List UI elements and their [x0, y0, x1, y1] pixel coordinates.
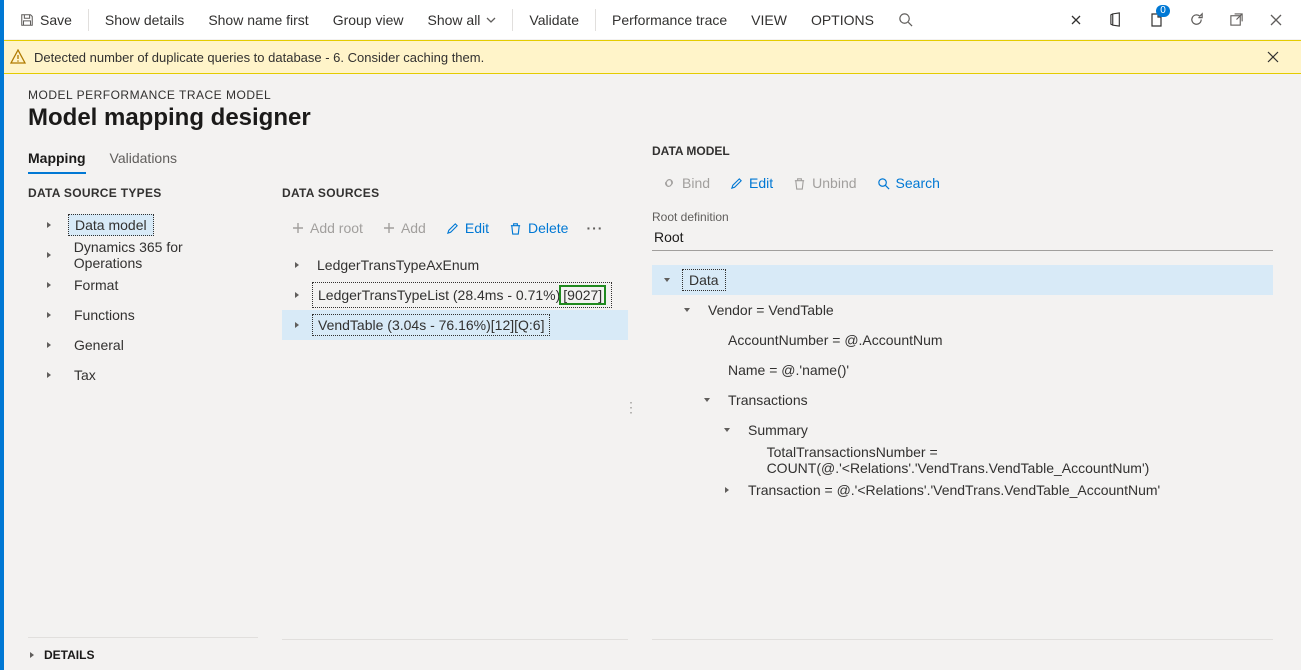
- chevron-right-icon: [42, 371, 56, 379]
- tree-item-d365fo[interactable]: Dynamics 365 for Operations: [28, 240, 258, 270]
- trace-count-highlight: [9027]: [559, 285, 606, 305]
- group-view-button[interactable]: Group view: [321, 0, 416, 40]
- trash-icon: [509, 222, 522, 235]
- search-icon: [877, 177, 890, 190]
- pane-divider: [28, 637, 258, 638]
- toolbar-separator: [88, 9, 89, 31]
- data-model-tree: Data Vendor = VendTable AccountNumber = …: [652, 265, 1273, 639]
- toolbar-separator: [512, 9, 513, 31]
- top-toolbar: Save Show details Show name first Group …: [0, 0, 1301, 40]
- search-icon: [898, 12, 913, 27]
- search-button[interactable]: [886, 0, 926, 40]
- dm-node-accountnumber[interactable]: AccountNumber = @.AccountNum: [652, 325, 1273, 355]
- options-menu[interactable]: OPTIONS: [799, 0, 886, 40]
- bind-button[interactable]: Bind: [652, 167, 720, 199]
- tab-mapping[interactable]: Mapping: [28, 144, 86, 174]
- tree-item-general[interactable]: General: [28, 330, 258, 360]
- popout-button[interactable]: [1219, 0, 1253, 40]
- chevron-right-icon: [42, 221, 56, 229]
- pencil-icon: [446, 222, 459, 235]
- ds-item-ledgertranstypelist[interactable]: LedgerTransTypeList (28.4ms - 0.71%)[902…: [282, 280, 628, 310]
- unbind-button[interactable]: Unbind: [783, 167, 866, 199]
- dm-edit-button[interactable]: Edit: [720, 167, 783, 199]
- dm-node-vendor[interactable]: Vendor = VendTable: [652, 295, 1273, 325]
- chevron-right-icon: [28, 651, 36, 659]
- plus-icon: [292, 222, 304, 234]
- data-sources-tree: LedgerTransTypeAxEnum LedgerTransTypeLis…: [282, 250, 628, 340]
- view-menu[interactable]: VIEW: [739, 0, 799, 40]
- page-title: Model mapping designer: [28, 104, 1273, 132]
- save-button[interactable]: Save: [8, 0, 84, 40]
- trash-icon: [793, 177, 806, 190]
- banner-close-button[interactable]: [1263, 47, 1291, 67]
- banner-message: Detected number of duplicate queries to …: [34, 50, 484, 65]
- add-root-button[interactable]: Add root: [282, 212, 373, 244]
- root-definition-value[interactable]: Root: [652, 226, 1273, 251]
- pane-divider: [282, 639, 628, 640]
- dm-node-transaction[interactable]: Transaction = @.'<Relations'.'VendTrans.…: [652, 475, 1273, 505]
- warning-banner: Detected number of duplicate queries to …: [0, 40, 1301, 74]
- chevron-right-icon: [290, 261, 304, 269]
- show-name-first-button[interactable]: Show name first: [196, 0, 320, 40]
- tree-item-tax[interactable]: Tax: [28, 360, 258, 390]
- chevron-down-icon: [660, 276, 674, 284]
- details-expander[interactable]: DETAILS: [28, 642, 258, 670]
- attachments-button[interactable]: 0: [1139, 0, 1173, 40]
- pane-divider: [652, 639, 1273, 640]
- data-sources-toolbar: Add root Add Edit: [282, 210, 628, 246]
- office-icon[interactable]: [1099, 0, 1133, 40]
- delete-button[interactable]: Delete: [499, 212, 578, 244]
- chevron-right-icon: [290, 321, 304, 329]
- chevron-right-icon: [720, 486, 734, 494]
- chevron-down-icon: [486, 15, 496, 25]
- data-sources-heading: DATA SOURCES: [282, 186, 628, 200]
- ds-item-vendtable[interactable]: VendTable (3.04s - 76.16%)[12][Q:6]: [282, 310, 628, 340]
- save-icon: [20, 13, 34, 27]
- dm-node-totaltransactionsnumber[interactable]: TotalTransactionsNumber = COUNT(@.'<Rela…: [652, 445, 1273, 475]
- root-definition-label: Root definition: [652, 210, 1273, 224]
- data-source-types-heading: DATA SOURCE TYPES: [28, 186, 258, 200]
- dm-node-data[interactable]: Data: [652, 265, 1273, 295]
- more-button[interactable]: ···: [578, 220, 611, 236]
- link-icon: [662, 176, 676, 190]
- connector-icon[interactable]: [1059, 0, 1093, 40]
- attachments-count: 0: [1156, 5, 1170, 17]
- ds-item-ledgertranstypeaxenum[interactable]: LedgerTransTypeAxEnum: [282, 250, 628, 280]
- breadcrumb: MODEL PERFORMANCE TRACE MODEL: [28, 88, 1273, 102]
- dm-node-summary[interactable]: Summary: [652, 415, 1273, 445]
- tree-item-functions[interactable]: Functions: [28, 300, 258, 330]
- chevron-right-icon: [42, 251, 56, 259]
- plus-icon: [383, 222, 395, 234]
- data-source-types-tree: Data model Dynamics 365 for Operations F…: [28, 210, 258, 390]
- tree-item-data-model[interactable]: Data model: [28, 210, 258, 240]
- close-button[interactable]: [1259, 0, 1293, 40]
- dm-node-name[interactable]: Name = @.'name()': [652, 355, 1273, 385]
- chevron-right-icon: [290, 291, 304, 299]
- tab-validations[interactable]: Validations: [110, 144, 177, 174]
- tab-strip: Mapping Validations: [28, 144, 628, 174]
- pencil-icon: [730, 177, 743, 190]
- add-button[interactable]: Add: [373, 212, 436, 244]
- toolbar-separator: [595, 9, 596, 31]
- left-accent-bar: [0, 0, 4, 670]
- chevron-down-icon: [700, 396, 714, 404]
- warning-icon: [10, 49, 26, 65]
- chevron-right-icon: [42, 341, 56, 349]
- save-label: Save: [40, 12, 72, 28]
- edit-button[interactable]: Edit: [436, 212, 499, 244]
- performance-trace-button[interactable]: Performance trace: [600, 0, 739, 40]
- dm-search-button[interactable]: Search: [867, 167, 950, 199]
- show-details-button[interactable]: Show details: [93, 0, 196, 40]
- data-model-heading: DATA MODEL: [652, 144, 1273, 158]
- chevron-right-icon: [42, 281, 56, 289]
- validate-button[interactable]: Validate: [517, 0, 591, 40]
- tree-item-format[interactable]: Format: [28, 270, 258, 300]
- chevron-down-icon: [720, 426, 734, 434]
- chevron-down-icon: [680, 306, 694, 314]
- data-model-toolbar: Bind Edit Unbind Search: [652, 166, 1273, 200]
- dm-node-transactions[interactable]: Transactions: [652, 385, 1273, 415]
- show-all-dropdown[interactable]: Show all: [416, 0, 509, 40]
- chevron-right-icon: [42, 311, 56, 319]
- refresh-button[interactable]: [1179, 0, 1213, 40]
